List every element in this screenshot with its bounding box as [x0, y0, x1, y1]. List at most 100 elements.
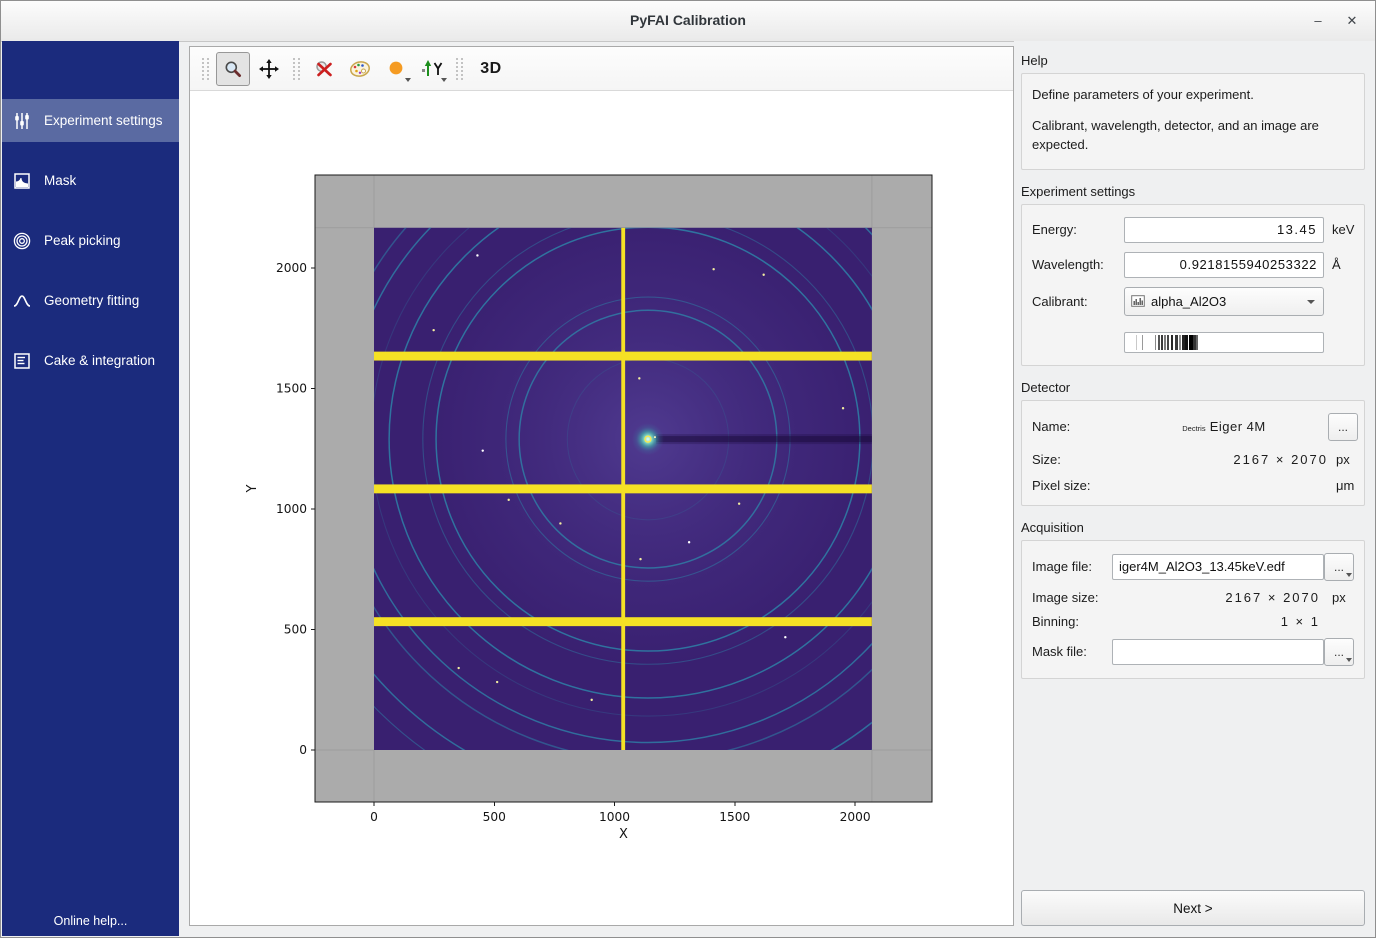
- mask-file-input[interactable]: [1112, 639, 1324, 665]
- plot-canvas[interactable]: 05001000150020000500100015002000XY: [190, 90, 1013, 925]
- toolbar-drag-handle[interactable]: [456, 58, 463, 80]
- magnifier-icon: [223, 59, 243, 79]
- svg-text:500: 500: [284, 623, 307, 637]
- plot-3d-button[interactable]: 3D: [470, 52, 512, 86]
- image-file-input[interactable]: [1112, 554, 1324, 580]
- clear-zoom-button[interactable]: [307, 52, 341, 86]
- task-sidebar: Experiment settings Mask Peak picking Ge…: [2, 41, 179, 936]
- window-title: PyFAI Calibration: [1, 12, 1375, 28]
- svg-text:0: 0: [370, 810, 378, 824]
- sidebar-item-experiment-settings[interactable]: Experiment settings: [2, 99, 179, 142]
- mask-color-button[interactable]: [379, 52, 413, 86]
- detector-model: Eiger 4M: [1210, 419, 1266, 434]
- wavelength-input[interactable]: [1124, 252, 1324, 278]
- detector-group: Name: Dectris Eiger 4M ... Size: 2167 × …: [1021, 400, 1365, 506]
- image-file-row: Image file: ...: [1032, 553, 1354, 581]
- online-help-link[interactable]: Online help...: [2, 914, 179, 928]
- toolbar-drag-handle[interactable]: [202, 58, 209, 80]
- integration-lines-icon: [12, 351, 32, 371]
- sliders-icon: [12, 111, 32, 131]
- y-axis-orientation-button[interactable]: [415, 52, 449, 86]
- pyfai-window: PyFAI Calibration – ✕ Experiment setting…: [0, 0, 1376, 938]
- dropdown-caret-icon: [441, 78, 447, 82]
- title-bar: PyFAI Calibration – ✕: [1, 1, 1375, 42]
- help-section-title: Help: [1021, 53, 1365, 68]
- next-button[interactable]: Next >: [1021, 890, 1365, 926]
- sidebar-item-label: Mask: [44, 173, 76, 188]
- diffraction-plot[interactable]: 05001000150020000500100015002000XY: [190, 90, 1013, 930]
- dropdown-caret-icon: [1346, 658, 1352, 662]
- dropdown-caret-icon: [1307, 300, 1315, 304]
- svg-text:Y: Y: [245, 484, 260, 493]
- plot-3d-label: 3D: [480, 60, 501, 78]
- detector-pixel-label: Pixel size:: [1032, 478, 1120, 493]
- energy-label: Energy:: [1032, 222, 1124, 237]
- wavelength-row: Wavelength: Å: [1032, 252, 1354, 278]
- detector-size-label: Size:: [1032, 452, 1120, 467]
- image-size-row: Image size: 2167 × 2070 px: [1032, 590, 1354, 605]
- detector-size-value: 2167 × 2070: [1120, 452, 1328, 467]
- binning-row: Binning: 1 × 1: [1032, 614, 1354, 629]
- image-size-unit: px: [1324, 590, 1354, 605]
- calibrant-value: alpha_Al2O3: [1151, 294, 1226, 309]
- help-text-2: Calibrant, wavelength, detector, and an …: [1032, 117, 1354, 155]
- help-box: Define parameters of your experiment. Ca…: [1021, 73, 1365, 170]
- mask-file-row: Mask file: ...: [1032, 638, 1354, 666]
- detector-name-value: Dectris Eiger 4M: [1120, 419, 1328, 434]
- wavelength-unit: Å: [1324, 257, 1354, 272]
- calibrant-preview-row: [1032, 325, 1354, 353]
- close-icon: ✕: [1347, 13, 1358, 28]
- minimize-button[interactable]: –: [1305, 9, 1331, 33]
- settings-panel: Help Define parameters of your experimen…: [1014, 41, 1376, 936]
- close-button[interactable]: ✕: [1339, 9, 1365, 33]
- zoom-mode-button[interactable]: [216, 52, 250, 86]
- experiment-group: Energy: keV Wavelength: Å Calibrant: alp…: [1021, 204, 1365, 366]
- detector-size-row: Size: 2167 × 2070 px: [1032, 452, 1354, 467]
- detector-size-unit: px: [1328, 452, 1354, 467]
- plot-panel: 3D 05001000150020000500100015002000XY: [189, 46, 1014, 926]
- svg-text:1500: 1500: [719, 810, 750, 824]
- svg-text:2000: 2000: [840, 810, 871, 824]
- svg-text:500: 500: [483, 810, 506, 824]
- detector-select-button[interactable]: ...: [1328, 413, 1358, 441]
- detector-pixel-row: Pixel size: μm: [1032, 478, 1354, 493]
- calibrant-histogram-icon: [1131, 295, 1145, 307]
- sidebar-item-mask[interactable]: Mask: [2, 159, 179, 202]
- sidebar-item-label: Cake & integration: [44, 353, 155, 368]
- sidebar-item-label: Geometry fitting: [44, 293, 139, 308]
- sidebar-item-peak-picking[interactable]: Peak picking: [2, 219, 179, 262]
- dropdown-caret-icon: [1346, 573, 1352, 577]
- peak-curve-icon: [12, 291, 32, 311]
- sidebar-item-label: Peak picking: [44, 233, 121, 248]
- mask-file-browse-button[interactable]: ...: [1324, 638, 1354, 666]
- acquisition-group: Image file: ... Image size: 2167 × 2070 …: [1021, 540, 1365, 679]
- colormap-button[interactable]: [343, 52, 377, 86]
- pan-mode-button[interactable]: [252, 52, 286, 86]
- detector-name-row: Name: Dectris Eiger 4M ...: [1032, 413, 1354, 441]
- image-size-label: Image size:: [1032, 590, 1112, 605]
- experiment-section-title: Experiment settings: [1021, 184, 1365, 199]
- energy-input[interactable]: [1124, 217, 1324, 243]
- sidebar-item-cake-integration[interactable]: Cake & integration: [2, 339, 179, 382]
- orange-circle-icon: [387, 60, 405, 78]
- palette-icon: [349, 59, 371, 79]
- toolbar-drag-handle[interactable]: [293, 58, 300, 80]
- svg-text:1000: 1000: [276, 502, 307, 516]
- svg-text:0: 0: [299, 743, 307, 757]
- binning-value: 1 × 1: [1112, 614, 1324, 629]
- sidebar-item-geometry-fitting[interactable]: Geometry fitting: [2, 279, 179, 322]
- image-size-value: 2167 × 2070: [1112, 590, 1324, 605]
- y-axis-arrow-icon: [420, 59, 444, 79]
- calibrant-select[interactable]: alpha_Al2O3: [1124, 287, 1324, 316]
- plot-toolbar: 3D: [190, 47, 1013, 91]
- calibrant-label: Calibrant:: [1032, 294, 1124, 309]
- detector-name-label: Name:: [1032, 419, 1120, 434]
- dropdown-caret-icon: [405, 78, 411, 82]
- svg-text:2000: 2000: [276, 261, 307, 275]
- rings-target-icon: [12, 231, 32, 251]
- wavelength-label: Wavelength:: [1032, 257, 1124, 272]
- mask-icon: [12, 171, 32, 191]
- image-file-browse-button[interactable]: ...: [1324, 553, 1354, 581]
- detector-section-title: Detector: [1021, 380, 1365, 395]
- svg-text:1000: 1000: [599, 810, 630, 824]
